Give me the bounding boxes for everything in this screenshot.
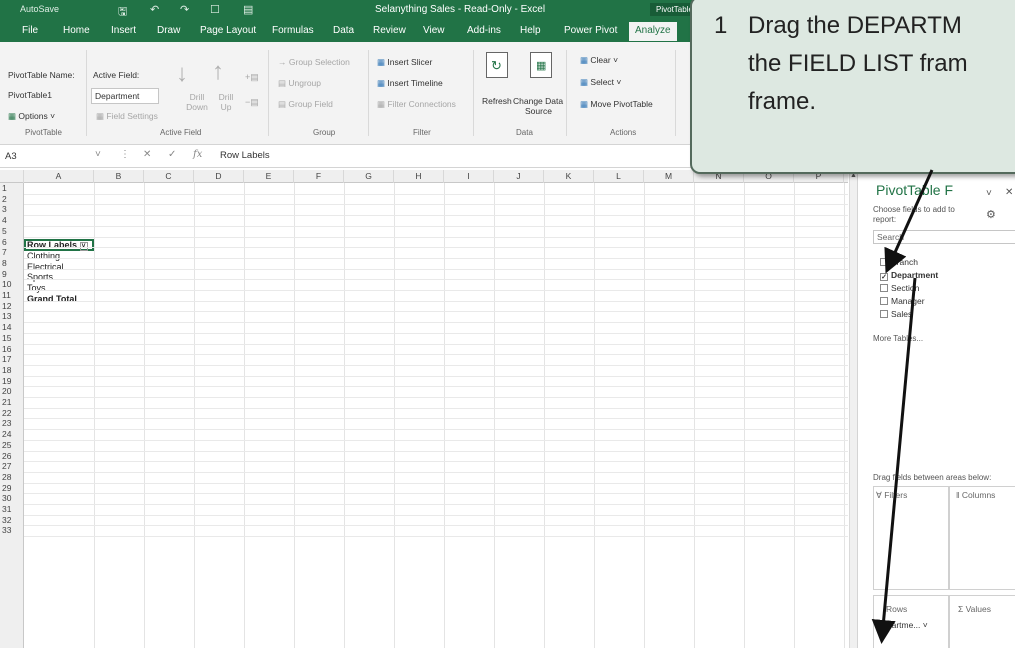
annotation-arrows bbox=[871, 169, 934, 644]
callout-arrow bbox=[884, 169, 934, 274]
drag-arrow bbox=[871, 277, 917, 644]
excel-window: AutoSave 🖫 ↶ ↷ ☐ ▤ Selanything Sales - R… bbox=[0, 0, 1015, 648]
